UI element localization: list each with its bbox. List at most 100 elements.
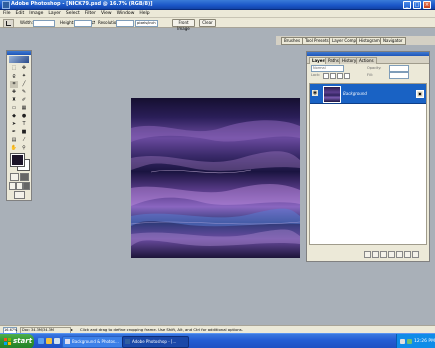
width-label: Width: [20, 20, 33, 25]
zoom-tool-icon[interactable]: ⚲ [20, 145, 28, 152]
windows-logo-icon [4, 338, 11, 345]
status-menu-arrow-icon[interactable]: ▸ [71, 327, 73, 332]
lock-all-checkbox[interactable] [344, 73, 350, 79]
lasso-tool-icon[interactable]: ϱ [10, 73, 18, 80]
foreground-color-swatch[interactable] [10, 153, 25, 167]
taskbar-button-explorer[interactable]: Background & Photos... [62, 336, 129, 348]
type-tool-icon[interactable]: T [20, 121, 28, 128]
canvas-artwork [131, 98, 300, 258]
lock-position-checkbox[interactable] [337, 73, 343, 79]
opacity-field[interactable] [389, 65, 409, 72]
options-bar: Width: ⇄ Height: Resolution: pixels/inch… [0, 18, 435, 45]
quick-launch-ie-icon[interactable] [38, 338, 44, 344]
history-brush-tool-icon[interactable]: ✐ [20, 97, 28, 104]
well-tab-histogram[interactable]: Histogram [356, 37, 383, 45]
lock-label: Lock: [311, 73, 321, 77]
well-tab-brushes[interactable]: Brushes [281, 37, 304, 45]
crop-tool-icon[interactable]: ⌗ [10, 81, 18, 88]
pen-tool-icon[interactable]: ✒ [10, 129, 18, 136]
lock-transparency-checkbox[interactable] [323, 73, 329, 79]
crop-tool-preset-icon[interactable] [3, 19, 14, 28]
jump-to-imageready-button[interactable] [14, 191, 25, 199]
folder-icon [65, 339, 70, 344]
toolbox: ⬚ ✥ ϱ ✦ ⌗ ╱ ✚ ✎ ♜ ✐ ▭ ▦ ◆ ● ➤ T ✒ ■ ▤ ⁄ … [6, 50, 32, 201]
menu-image[interactable]: Image [27, 10, 45, 17]
clear-button[interactable]: Clear [199, 19, 216, 27]
blend-row: Normal Opacity: [307, 64, 429, 72]
minimize-button[interactable]: _ [403, 1, 411, 9]
adobe-online-icon[interactable] [9, 56, 29, 63]
blend-mode-select[interactable]: Normal [311, 65, 344, 72]
new-layer-icon[interactable] [404, 251, 411, 258]
menu-view[interactable]: View [99, 10, 114, 17]
standard-screen-mode-button[interactable] [9, 182, 16, 190]
shape-tool-icon[interactable]: ■ [20, 129, 28, 136]
status-hint: Click and drag to define cropping frame.… [80, 327, 243, 332]
dodge-tool-icon[interactable]: ● [20, 113, 28, 120]
resolution-unit-select[interactable]: pixels/inch [135, 20, 158, 27]
quick-launch-folder-icon[interactable] [46, 338, 52, 344]
taskbar-button-photoshop[interactable]: Adobe Photoshop - [... [122, 336, 189, 348]
layers-palette-tabs: Layers Paths History Actions [307, 56, 429, 64]
marquee-tool-icon[interactable]: ⬚ [10, 65, 18, 72]
new-set-icon[interactable] [388, 251, 395, 258]
slice-tool-icon[interactable]: ╱ [20, 81, 28, 88]
tab-actions[interactable]: Actions [356, 57, 377, 64]
layers-palette: Layers Paths History Actions Normal Opac… [306, 51, 430, 262]
magic-wand-tool-icon[interactable]: ✦ [20, 73, 28, 80]
maximize-button[interactable]: □ [413, 1, 421, 9]
eraser-tool-icon[interactable]: ▭ [10, 105, 18, 112]
path-selection-tool-icon[interactable]: ➤ [10, 121, 18, 128]
menu-window[interactable]: Window [115, 10, 137, 17]
adjustment-layer-icon[interactable] [396, 251, 403, 258]
document-canvas[interactable] [131, 98, 300, 258]
quick-launch-desktop-icon[interactable] [54, 338, 60, 344]
link-layers-icon[interactable] [364, 251, 371, 258]
photoshop-icon [125, 339, 130, 344]
layer-list: ◉ Background ▣ [309, 83, 427, 245]
title-bar: Adobe Photoshop - [NICK79.psd @ 16.7% (R… [0, 0, 435, 10]
status-bar: 16.67% Doc: 34.3M/34.3M ▸ Click and drag… [0, 325, 435, 334]
menu-file[interactable]: File [1, 10, 13, 17]
photoshop-app-icon [2, 1, 10, 9]
start-button[interactable]: start [0, 334, 34, 348]
brush-tool-icon[interactable]: ✎ [20, 89, 28, 96]
gradient-tool-icon[interactable]: ▦ [20, 105, 28, 112]
palette-well: Brushes Tool Presets Layer Comps Histogr… [276, 36, 435, 45]
blur-tool-icon[interactable]: ◆ [10, 113, 18, 120]
move-tool-icon[interactable]: ✥ [20, 65, 28, 72]
front-image-button[interactable]: Front Image [172, 19, 195, 31]
width-field[interactable] [33, 20, 55, 27]
menu-edit[interactable]: Edit [14, 10, 27, 17]
healing-brush-tool-icon[interactable]: ✚ [10, 89, 18, 96]
notes-tool-icon[interactable]: ▤ [10, 137, 18, 144]
clone-stamp-tool-icon[interactable]: ♜ [10, 97, 18, 104]
full-screen-menu-mode-button[interactable] [16, 182, 23, 190]
layer-style-icon[interactable] [372, 251, 379, 258]
menu-filter[interactable]: Filter [83, 10, 98, 17]
eyedropper-tool-icon[interactable]: ⁄ [20, 137, 28, 144]
standard-mode-button[interactable] [10, 173, 19, 181]
layer-row-background[interactable]: ◉ Background ▣ [310, 84, 426, 104]
visibility-eye-icon[interactable]: ◉ [312, 90, 318, 96]
quick-mask-mode-button[interactable] [20, 173, 29, 181]
tray-volume-icon[interactable] [400, 339, 405, 344]
menu-select[interactable]: Select [64, 10, 82, 17]
well-tab-navigator[interactable]: Navigator [380, 37, 406, 45]
toolbox-title-bar[interactable] [7, 51, 31, 55]
trash-icon[interactable] [412, 251, 419, 258]
resolution-field[interactable] [116, 20, 134, 27]
lock-image-checkbox[interactable] [330, 73, 336, 79]
menu-layer[interactable]: Layer [46, 10, 63, 17]
menu-help[interactable]: Help [137, 10, 151, 17]
full-screen-mode-button[interactable] [23, 182, 30, 190]
hand-tool-icon[interactable]: ✋ [10, 145, 18, 152]
height-field[interactable] [74, 20, 92, 27]
layer-name: Background [343, 91, 367, 96]
layer-mask-icon[interactable] [380, 251, 387, 258]
fill-field[interactable] [389, 72, 409, 79]
well-tab-tool-presets[interactable]: Tool Presets [302, 37, 332, 45]
close-button[interactable]: × [423, 1, 431, 9]
tray-network-icon[interactable] [407, 339, 412, 344]
window-title: Adobe Photoshop - [NICK79.psd @ 16.7% (R… [11, 1, 153, 7]
